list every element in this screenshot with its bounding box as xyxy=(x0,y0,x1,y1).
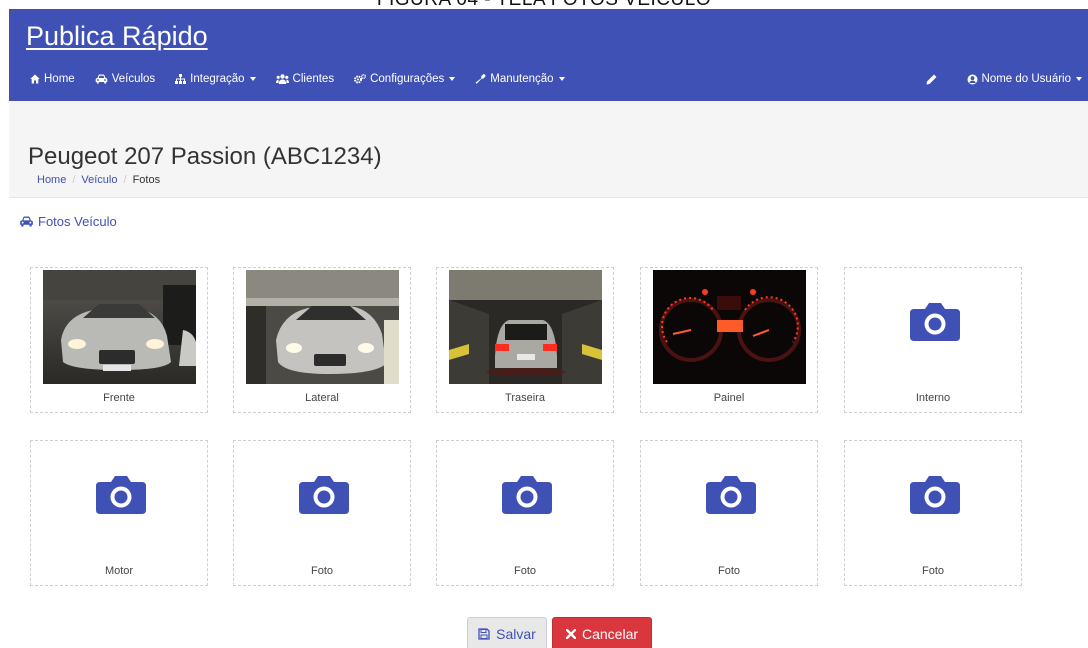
nav-clientes[interactable]: Clientes xyxy=(275,73,335,85)
home-icon xyxy=(30,74,40,84)
chevron-down-icon xyxy=(558,77,565,81)
chevron-down-icon xyxy=(449,77,456,81)
save-button[interactable]: Salvar xyxy=(467,617,547,648)
user-circle-icon xyxy=(967,74,978,84)
cogs-icon xyxy=(354,74,367,84)
camera-icon xyxy=(910,476,960,514)
camera-icon xyxy=(706,476,756,514)
photo-label: Frente xyxy=(103,392,135,404)
car-side-photo xyxy=(246,270,399,384)
photo-label: Lateral xyxy=(305,392,339,404)
nav-configuracoes-label: Configurações xyxy=(370,73,445,85)
photo-label: Interno xyxy=(915,392,951,404)
app-window: Publica Rápido Home Veículos Integração … xyxy=(9,9,1088,648)
breadcrumb-separator: / xyxy=(123,174,127,186)
photo-label: Motor xyxy=(104,565,134,577)
dashboard-photo xyxy=(653,270,806,384)
cancel-button[interactable]: Cancelar xyxy=(552,617,652,648)
brand-link[interactable]: Publica Rápido xyxy=(26,21,208,52)
photo-label: Foto xyxy=(921,565,944,577)
pencil-icon xyxy=(926,74,937,84)
panel-heading: Fotos Veículo xyxy=(19,214,117,229)
nav-right: Nome do Usuário xyxy=(900,73,1088,85)
camera-icon xyxy=(502,476,552,514)
camera-icon xyxy=(96,476,146,514)
photo-card-foto-2[interactable]: Foto xyxy=(436,440,614,586)
main-nav: Home Veículos Integração Clientes Config… xyxy=(30,73,585,85)
camera-icon xyxy=(299,476,349,514)
edit-button[interactable] xyxy=(926,74,941,85)
breadcrumb-home[interactable]: Home xyxy=(37,174,66,186)
nav-integracao[interactable]: Integração xyxy=(175,73,256,85)
photo-card-frente[interactable]: Frente xyxy=(30,267,208,413)
photo-label: Foto xyxy=(717,565,740,577)
breadcrumb-veiculo[interactable]: Veículo xyxy=(81,174,117,186)
nav-integracao-label: Integração xyxy=(190,73,245,85)
user-name: Nome do Usuário xyxy=(981,73,1071,85)
car-icon xyxy=(20,216,33,227)
photo-label: Traseira xyxy=(505,392,545,404)
user-menu[interactable]: Nome do Usuário xyxy=(967,73,1088,85)
photo-card-interno[interactable]: Interno xyxy=(844,267,1022,413)
nav-veiculos-label: Veículos xyxy=(111,73,156,85)
panel-heading-label: Fotos Veículo xyxy=(38,214,117,229)
photo-card-foto-3[interactable]: Foto xyxy=(640,440,818,586)
nav-configuracoes[interactable]: Configurações xyxy=(354,73,456,85)
photo-card-lateral[interactable]: Lateral xyxy=(233,267,411,413)
photo-card-painel[interactable]: Painel xyxy=(640,267,818,413)
camera-icon xyxy=(910,303,960,341)
nav-veiculos[interactable]: Veículos xyxy=(95,73,155,85)
photo-card-foto-4[interactable]: Foto xyxy=(844,440,1022,586)
nav-manutencao-label: Manutenção xyxy=(490,73,554,85)
photo-label: Painel xyxy=(713,392,745,404)
photo-label: Foto xyxy=(513,565,536,577)
nav-manutencao[interactable]: Manutenção xyxy=(475,73,565,85)
car-icon xyxy=(95,74,107,84)
photo-card-traseira[interactable]: Traseira xyxy=(436,267,614,413)
breadcrumb-separator: / xyxy=(72,174,76,186)
wrench-icon xyxy=(475,74,486,84)
chevron-down-icon xyxy=(1076,77,1082,81)
photo-label: Foto xyxy=(310,565,333,577)
close-icon xyxy=(565,629,576,639)
cancel-button-label: Cancelar xyxy=(581,626,639,642)
photo-card-motor[interactable]: Motor xyxy=(30,440,208,586)
users-icon xyxy=(275,74,289,84)
navbar: Publica Rápido Home Veículos Integração … xyxy=(9,9,1088,101)
chevron-down-icon xyxy=(249,77,256,81)
document-caption: FIGURA 04 - TELA FOTOS VEÍCULO xyxy=(0,0,1088,9)
car-front-photo xyxy=(43,270,196,384)
nav-home-label: Home xyxy=(44,73,75,85)
sitemap-icon xyxy=(175,74,187,84)
photo-card-foto-1[interactable]: Foto xyxy=(233,440,411,586)
save-button-label: Salvar xyxy=(496,626,536,642)
page-title: Peugeot 207 Passion (ABC1234) xyxy=(28,143,382,170)
nav-home[interactable]: Home xyxy=(30,73,75,85)
breadcrumb-current: Fotos xyxy=(132,174,161,186)
floppy-icon xyxy=(478,628,490,640)
breadcrumb: Home / Veículo / Fotos xyxy=(37,174,160,186)
car-rear-photo xyxy=(449,270,602,384)
nav-clientes-label: Clientes xyxy=(292,73,335,85)
